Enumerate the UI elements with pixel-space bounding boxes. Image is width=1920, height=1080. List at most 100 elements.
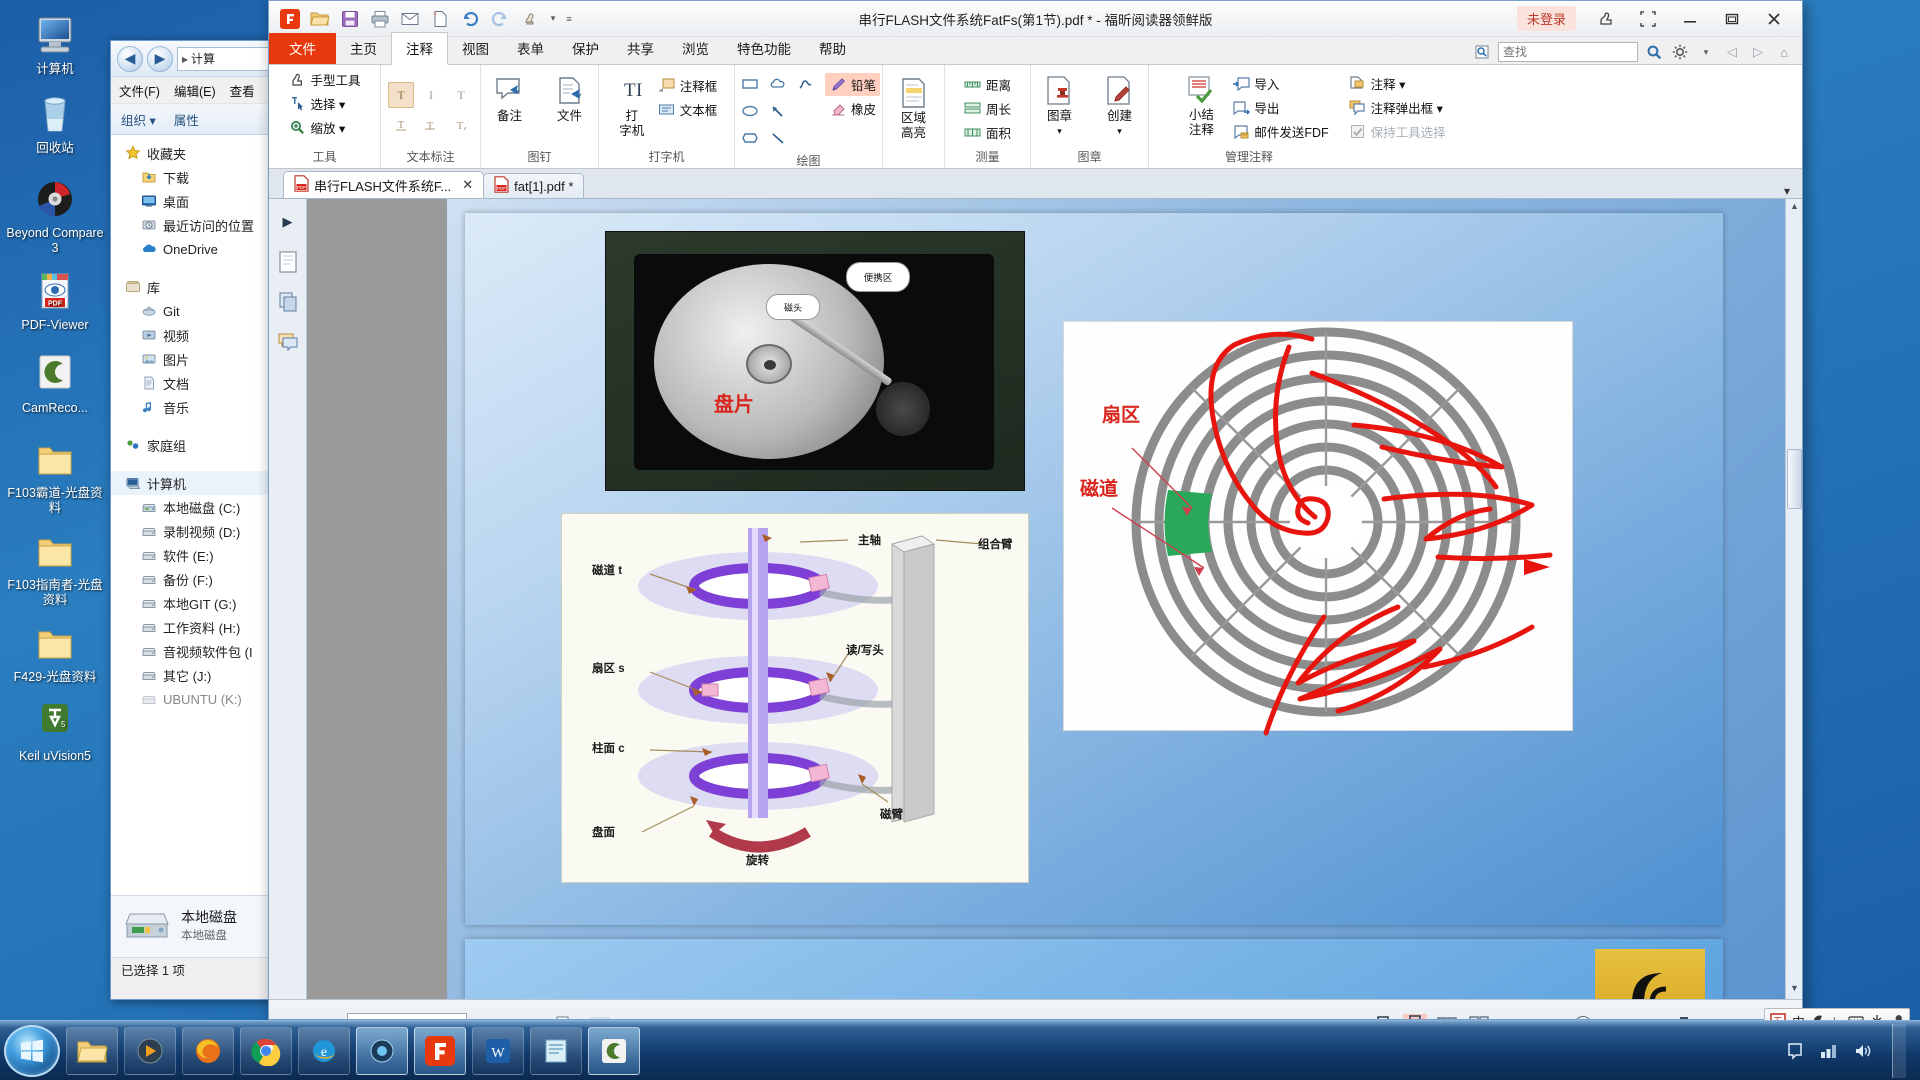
tab-features[interactable]: 特色功能	[723, 33, 805, 64]
taskbar-item-ie[interactable]: e	[298, 1026, 350, 1075]
ribbon-tab-bar[interactable]: 文件 主页 注释 视图 表单 保护 共享 浏览 特色功能 帮助 ▾ ◁ ▷ ⌂	[269, 32, 1802, 65]
tab-help[interactable]: 帮助	[805, 33, 860, 64]
back-button[interactable]: ◀	[117, 45, 143, 72]
tab-view[interactable]: 视图	[448, 33, 503, 64]
stamp-button[interactable]: 图章 ▾	[1033, 72, 1087, 139]
taskbar-item-explorer[interactable]	[66, 1026, 118, 1075]
highlight-text-icon[interactable]: T	[387, 82, 414, 108]
connected-line-icon[interactable]	[793, 71, 819, 97]
layers-panel-icon[interactable]	[275, 289, 301, 315]
previous-page-icon[interactable]	[313, 1012, 339, 1019]
show-desktop-icon[interactable]	[1892, 1023, 1906, 1078]
comment-popup-button[interactable]: 注释弹出框 ▾	[1345, 96, 1450, 119]
more-icon[interactable]: ▾	[547, 6, 559, 32]
desktop-icon-recycle-bin[interactable]: 回收站	[5, 93, 105, 156]
tab-comment[interactable]: 注释	[391, 32, 448, 65]
search-go-icon[interactable]	[1644, 42, 1664, 62]
chevron-down-icon[interactable]: ▾	[1117, 124, 1122, 139]
keep-tool-selected-checkbox[interactable]: 保持工具选择	[1345, 120, 1450, 143]
side-panel-bar[interactable]: ▶	[269, 199, 307, 999]
close-icon[interactable]: ✕	[462, 177, 473, 193]
fit-page-icon[interactable]	[553, 1012, 579, 1019]
taskbar-item-notepad[interactable]	[530, 1026, 582, 1075]
email-icon[interactable]	[397, 6, 423, 32]
polygon-icon[interactable]	[737, 125, 763, 151]
foxit-reader-window[interactable]: ▾ ≡ 串行FLASH文件系统FatFs(第1节).pdf * - 福昕阅读器领…	[268, 0, 1803, 1020]
import-comments-button[interactable]: 导入	[1228, 72, 1332, 95]
last-page-icon[interactable]	[509, 1012, 535, 1019]
summarize-comments-button[interactable]: 小结 注释	[1178, 71, 1224, 138]
overflow-icon[interactable]: ≡	[563, 6, 575, 32]
select-tool-button[interactable]: 选择 ▾	[284, 92, 364, 115]
login-status-badge[interactable]: 未登录	[1516, 6, 1576, 31]
desktop-icon-folder-f103-zn[interactable]: F103指南者-光盘资料	[5, 530, 105, 608]
network-icon[interactable]	[1818, 1040, 1840, 1062]
hand-tool-button[interactable]: 手型工具	[284, 68, 364, 91]
scrollbar-thumb[interactable]	[1787, 449, 1802, 509]
redo-icon[interactable]	[487, 6, 513, 32]
settings-gear-icon[interactable]	[1670, 42, 1690, 62]
next-page-icon[interactable]	[475, 1012, 501, 1019]
desktop-icon-computer[interactable]: 计算机	[5, 14, 105, 77]
doc-tabs-overflow-chevron[interactable]: ▾	[1784, 184, 1802, 198]
properties-button[interactable]: 属性	[174, 110, 199, 129]
strikeout-text-icon[interactable]: T	[418, 113, 444, 139]
textbox-button[interactable]: 文本框	[654, 98, 722, 121]
perimeter-button[interactable]: 周长	[960, 97, 1015, 120]
chevron-down-icon[interactable]: ▾	[1057, 124, 1062, 139]
fullscreen-icon[interactable]	[1628, 4, 1668, 34]
squiggly-text-icon[interactable]: I	[418, 82, 444, 108]
desktop-icon-camrecorder[interactable]: CamReco...	[5, 353, 105, 416]
pdf-page-5[interactable]: 磁头 便携区 盘片 主轴 组合臂 磁道 t 扇区 s 读/写头 柱面 c 盘面 …	[465, 213, 1723, 925]
insert-text-icon[interactable]: T	[448, 82, 474, 108]
tab-home[interactable]: 主页	[336, 33, 391, 64]
rotate-view-icon[interactable]	[587, 1012, 613, 1019]
foxit-status-bar[interactable]: 5 / 14 ▾ 125% ▾ −	[269, 999, 1802, 1019]
taskbar-item-media[interactable]	[124, 1026, 176, 1075]
comments-panel-icon[interactable]	[275, 329, 301, 355]
volume-icon[interactable]	[1852, 1040, 1874, 1062]
zoom-tool-button[interactable]: 缩放 ▾	[284, 116, 364, 139]
create-stamp-button[interactable]: 创建 ▾	[1093, 72, 1147, 139]
windows-taskbar[interactable]: e W	[0, 1020, 1920, 1080]
tab-protect[interactable]: 保护	[558, 33, 613, 64]
arrow-up-icon[interactable]	[765, 98, 791, 124]
system-tray[interactable]	[1784, 1023, 1920, 1078]
pencil-button[interactable]: 铅笔	[825, 73, 881, 96]
desktop-icon-pdf-viewer[interactable]: PDF PDF-Viewer	[5, 270, 105, 333]
callout-button[interactable]: 注释框	[654, 74, 722, 97]
chevron-down-icon[interactable]: ▾	[1696, 42, 1716, 62]
document-tab-bar[interactable]: PDF 串行FLASH文件系统F... ✕ PDF fat[1].pdf * ▾	[269, 169, 1802, 199]
viewer-vertical-scrollbar[interactable]: ▲ ▼	[1785, 199, 1802, 999]
taskbar-item-camrec2[interactable]	[588, 1026, 640, 1075]
cloud-icon[interactable]	[765, 71, 791, 97]
open-icon[interactable]	[307, 6, 333, 32]
doc-tab-fatfs[interactable]: PDF 串行FLASH文件系统F... ✕	[283, 171, 485, 198]
scroll-up-icon[interactable]: ▲	[1788, 201, 1801, 215]
note-button[interactable]: 备注	[483, 72, 537, 124]
eraser-button[interactable]: 橡皮	[825, 97, 880, 120]
desktop-icon-beyond-compare[interactable]: Beyond Compare 3	[5, 178, 105, 256]
doc-tab-fat1[interactable]: PDF fat[1].pdf *	[483, 173, 585, 198]
restore-icon[interactable]	[1712, 4, 1752, 34]
scroll-down-icon[interactable]: ▼	[1788, 983, 1801, 997]
tab-browse[interactable]: 浏览	[668, 33, 723, 64]
touch-mode-icon[interactable]	[1586, 4, 1626, 34]
desktop-icon-folder-f429[interactable]: F429-光盘资料	[5, 622, 105, 685]
area-highlight-button[interactable]: 区域 高亮	[887, 74, 941, 141]
comments-list-button[interactable]: 注释 ▾	[1345, 72, 1450, 95]
forward-button[interactable]: ▶	[147, 45, 173, 72]
tab-form[interactable]: 表单	[503, 33, 558, 64]
tab-share[interactable]: 共享	[613, 33, 668, 64]
desktop-icon-folder-f103-bd[interactable]: F103霸道-光盘资料	[5, 438, 105, 516]
find-book-icon[interactable]	[1472, 42, 1492, 62]
thumbnail-column[interactable]	[307, 199, 447, 999]
email-fdf-button[interactable]: 邮件发送FDF	[1228, 120, 1332, 143]
taskbar-item-foxit[interactable]	[414, 1026, 466, 1075]
foxit-title-bar[interactable]: ▾ ≡ 串行FLASH文件系统FatFs(第1节).pdf * - 福昕阅读器领…	[269, 1, 1802, 37]
pdf-viewer-area[interactable]: Edit and reflow paragraphs in PDF files …	[447, 199, 1802, 999]
diagonal-line-icon[interactable]	[765, 125, 791, 151]
save-icon[interactable]	[337, 6, 363, 32]
pages-panel-icon[interactable]	[275, 249, 301, 275]
pdf-page-6-preview[interactable]: 串行FLASH文件系统FatFs	[465, 939, 1723, 999]
